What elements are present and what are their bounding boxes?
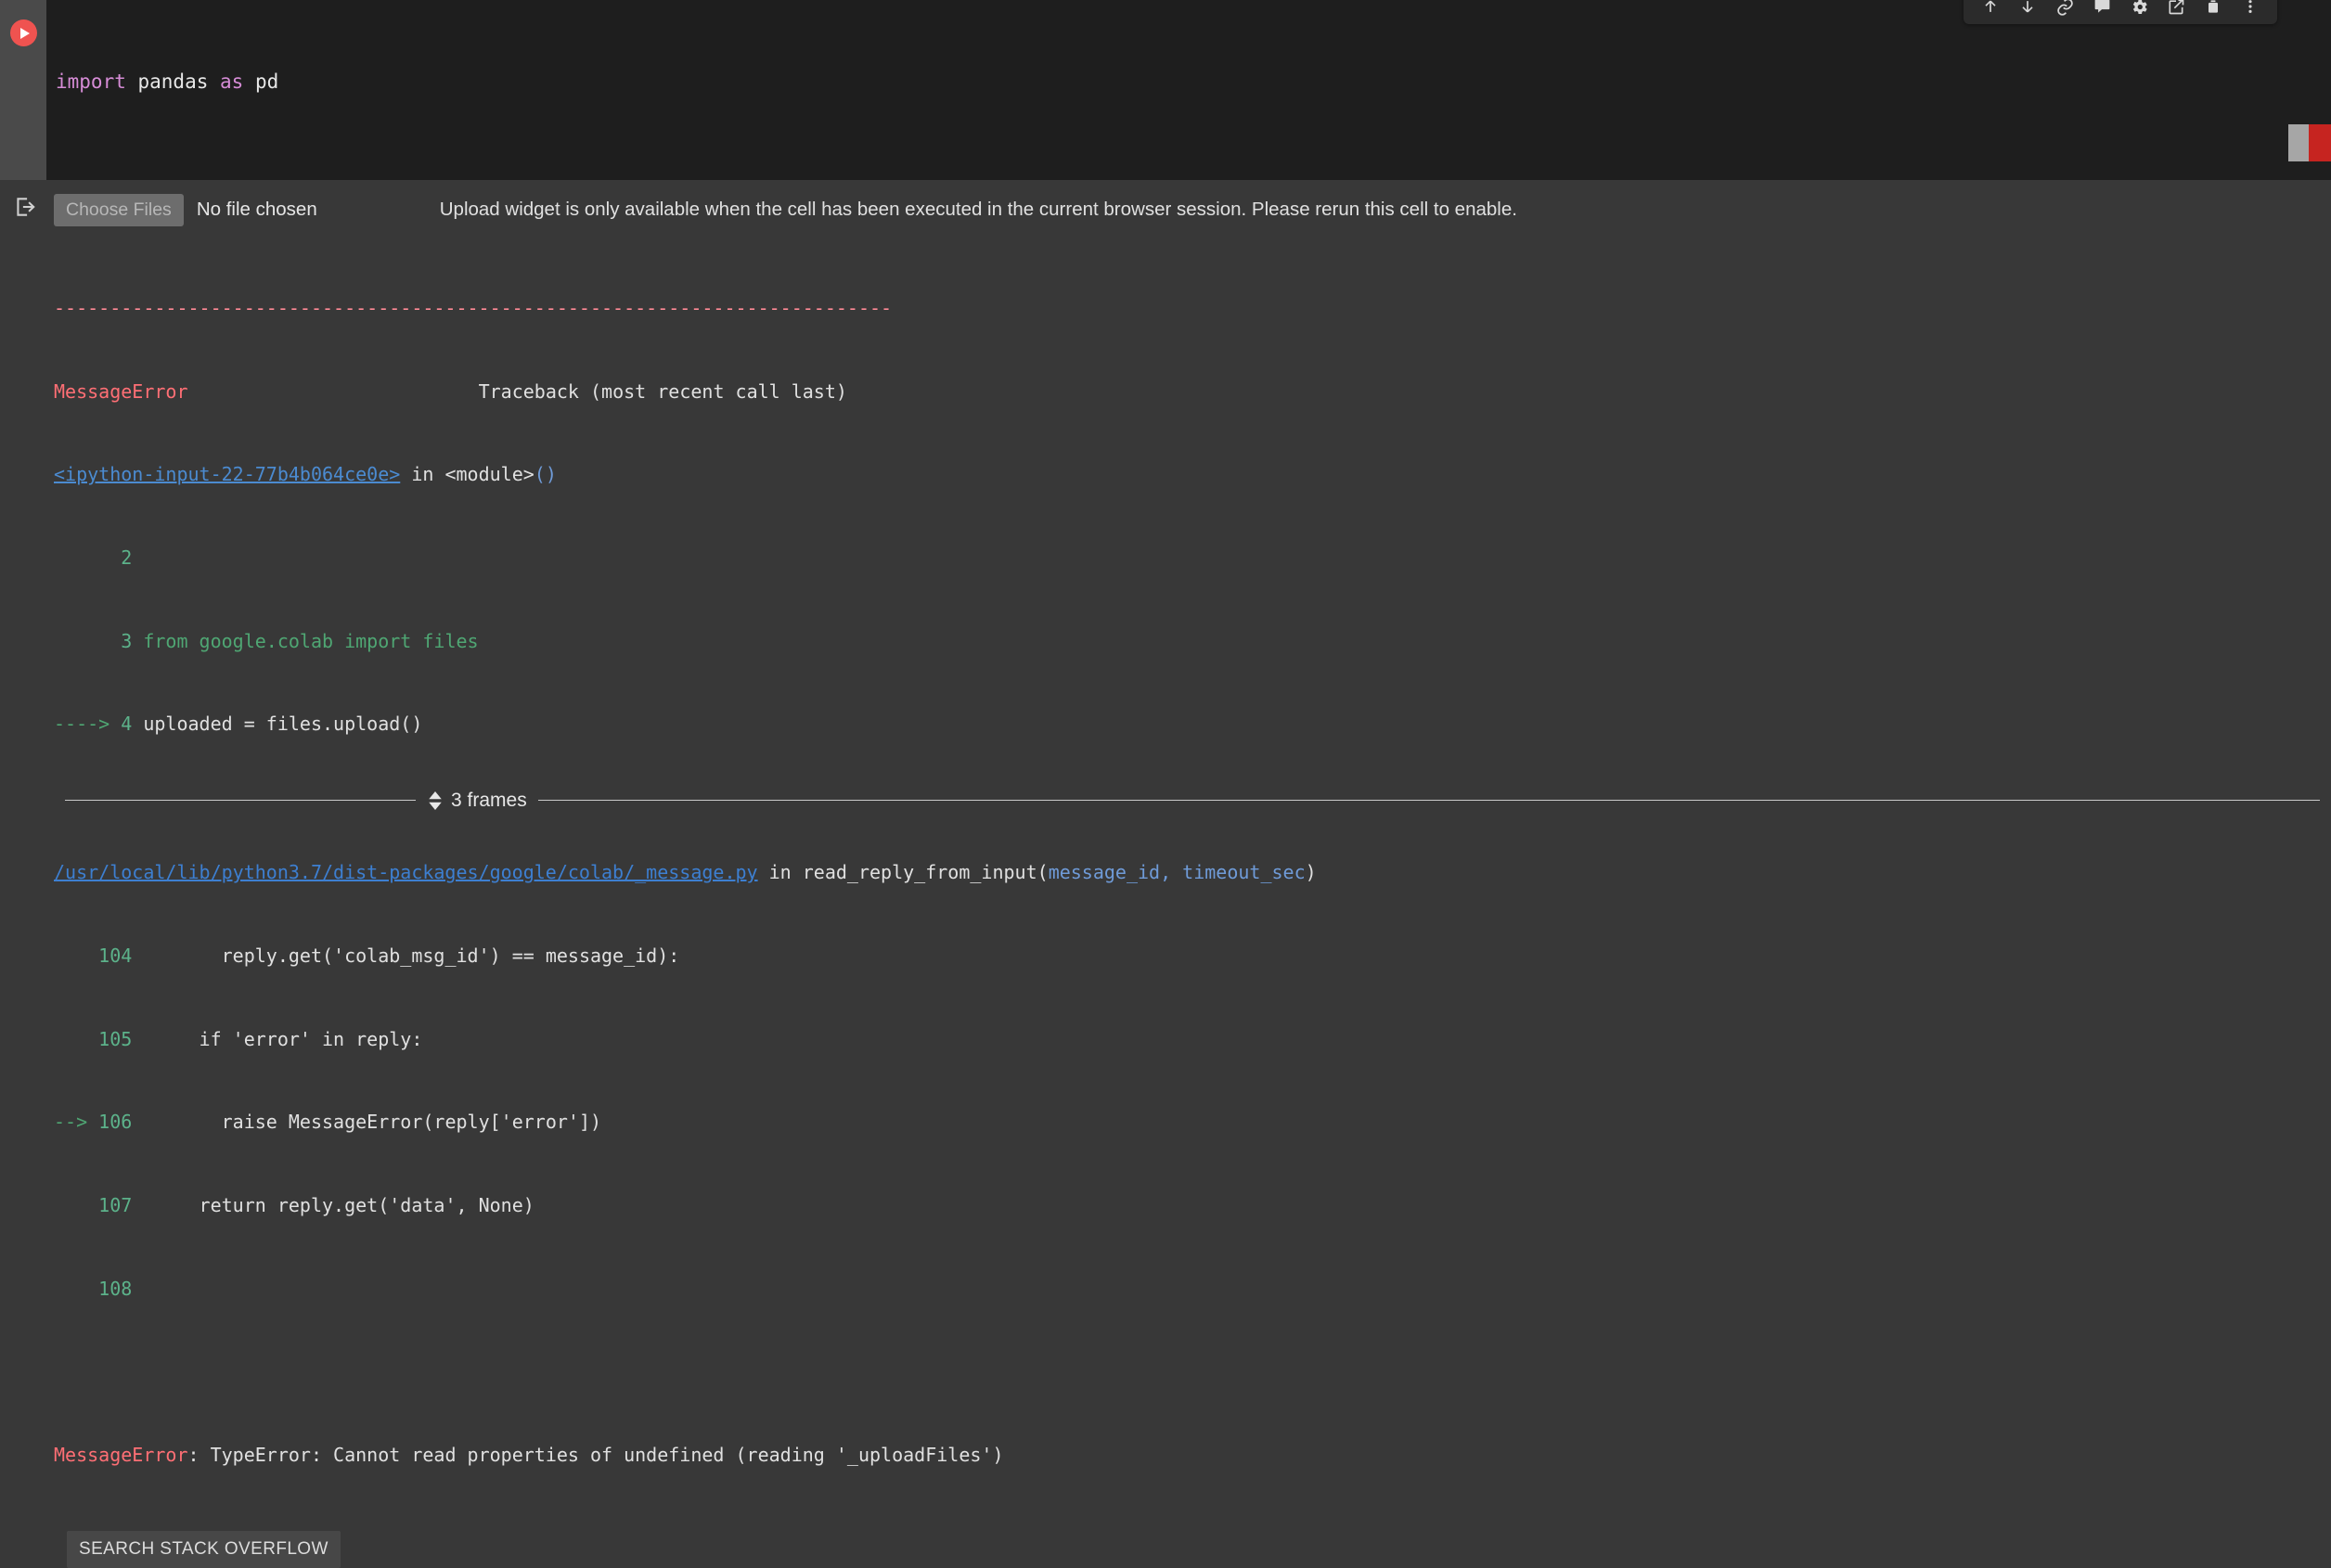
frames-toggle[interactable]: 3 frames (65, 790, 2320, 812)
play-icon (20, 27, 30, 39)
error-marker-grey (2288, 124, 2309, 161)
error-marker-red (2309, 124, 2331, 161)
traceback-code-line-current: ----> 4 uploaded = files.upload() (54, 713, 423, 736)
upload-widget-note: Upload widget is only available when the… (439, 199, 1517, 220)
cell-settings-icon[interactable] (2121, 0, 2157, 20)
traceback-code-line: 105 if 'error' in reply: (98, 1027, 423, 1050)
traceback-frame-1-location: <ipython-input-22-77b4b064ce0e> in <modu… (54, 463, 557, 486)
code-editor[interactable]: import pandas as pd from google.colab im… (46, 0, 2331, 180)
add-comment-icon[interactable] (2084, 0, 2119, 20)
traceback-header: MessageError Traceback (most recent call… (54, 381, 2331, 402)
final-error-name: MessageError (54, 1443, 188, 1466)
open-in-new-icon[interactable] (2158, 0, 2194, 20)
cell-toolbar (1964, 0, 2277, 24)
output-exit-icon (13, 195, 37, 224)
traceback-code-line: 104 reply.get('colab_msg_id') == message… (98, 945, 680, 967)
frames-rule-left (65, 800, 416, 802)
run-cell-button[interactable] (10, 19, 37, 46)
traceback-output: ----------------------------------------… (54, 236, 2331, 777)
ipython-input-link[interactable]: <ipython-input-22-77b4b064ce0e> (54, 463, 400, 485)
expand-collapse-icon (427, 790, 444, 811)
move-cell-up-icon[interactable] (1973, 0, 2008, 20)
traceback-header-tail: Traceback (most recent call last) (478, 379, 847, 403)
search-stack-overflow-button[interactable]: SEARCH STACK OVERFLOW (67, 1530, 341, 1568)
final-error-text: : TypeError: Cannot read properties of u… (187, 1443, 1004, 1466)
traceback-frame-2-location: /usr/local/lib/python3.7/dist-packages/g… (54, 861, 1317, 884)
file-status-label: No file chosen (196, 199, 317, 220)
choose-files-button[interactable]: Choose Files (54, 193, 184, 226)
traceback-code-line-current: --> 106 raise MessageError(reply['error'… (54, 1111, 602, 1134)
cell-output-area: Choose Files No file chosen Upload widge… (0, 180, 2331, 1568)
frames-count-label: 3 frames (451, 789, 527, 811)
traceback-blank (54, 1361, 2331, 1382)
keyword-import: import (56, 71, 126, 93)
code-line-1: import pandas as pd (56, 71, 279, 93)
more-options-icon[interactable] (2233, 0, 2268, 20)
traceback-header-spacer (188, 380, 479, 403)
traceback-code-line: 107 return reply.get('data', None) (98, 1193, 534, 1216)
code-cell-gutter (0, 0, 46, 180)
traceback-code-line: 108 (98, 1277, 133, 1300)
traceback-final-error: MessageError: TypeError: Cannot read pro… (54, 1445, 2331, 1465)
traceback-rule-top: ----------------------------------------… (54, 297, 893, 320)
output-gutter (0, 180, 46, 1568)
traceback-error-name: MessageError (54, 379, 188, 403)
frames-rule-right (537, 800, 2320, 802)
colab-notebook-cell: import pandas as pd from google.colab im… (0, 0, 2331, 1568)
output-body: Choose Files No file chosen Upload widge… (46, 180, 2331, 1568)
code-cell: import pandas as pd from google.colab im… (0, 0, 2331, 180)
delete-cell-icon[interactable] (2196, 0, 2231, 20)
move-cell-down-icon[interactable] (2010, 0, 2045, 20)
message-py-path-link[interactable]: /usr/local/lib/python3.7/dist-packages/g… (54, 861, 758, 883)
link-to-cell-icon[interactable] (2047, 0, 2082, 20)
cell-error-marker (2288, 124, 2331, 161)
upload-widget: Choose Files No file chosen Upload widge… (54, 189, 2331, 230)
traceback-code-line: 3 from google.colab import files (109, 629, 479, 652)
traceback-output-2: /usr/local/lib/python3.7/dist-packages/g… (54, 821, 2331, 1507)
traceback-code-line: 2 (109, 546, 133, 570)
